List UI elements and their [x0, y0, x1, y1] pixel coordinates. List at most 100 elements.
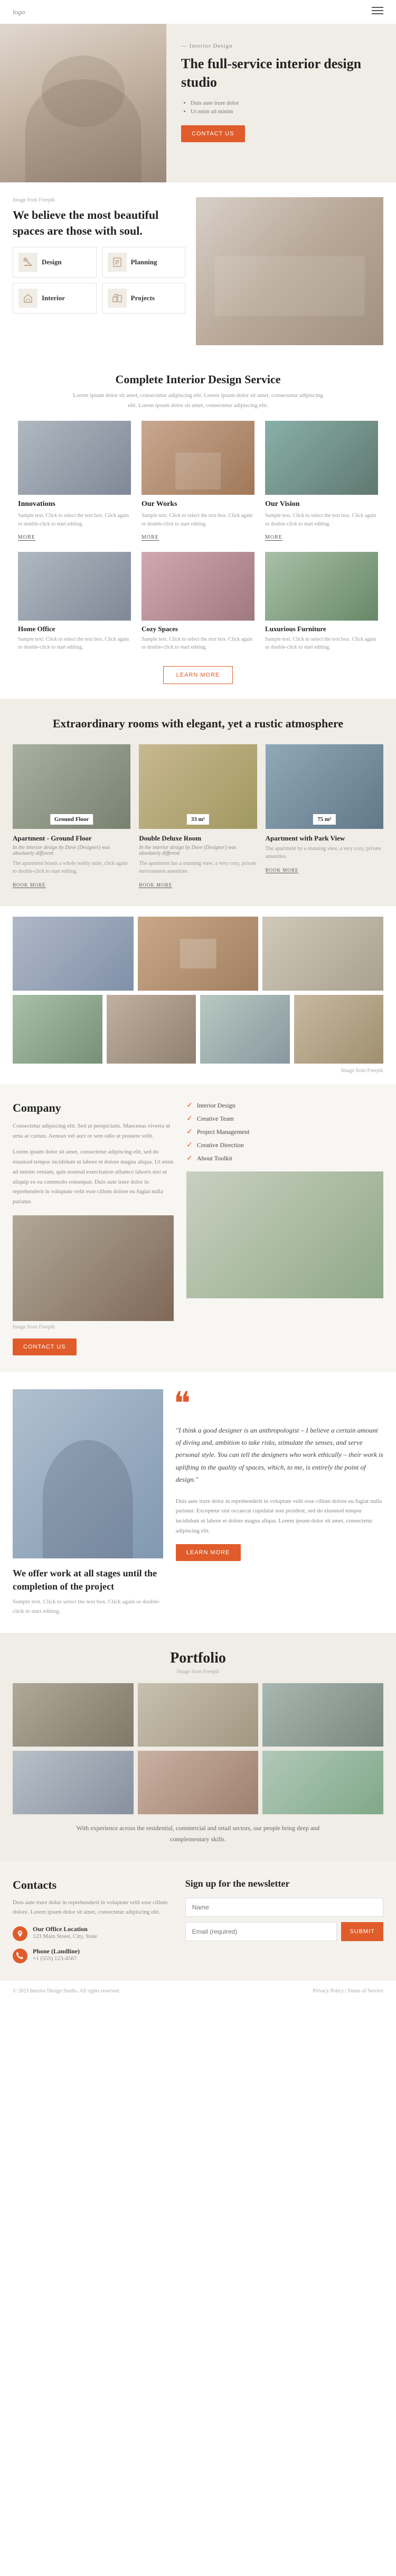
gallery-item-4	[13, 995, 102, 1064]
check-icon-2: ✓	[186, 1128, 193, 1137]
newsletter-name-input[interactable]	[185, 1898, 383, 1917]
gallery-item-5	[107, 995, 196, 1064]
nav-logo: logo	[13, 8, 25, 16]
believe-title: We believe the most beautiful spaces are…	[13, 207, 185, 238]
apt3-book-link[interactable]: BOOK MORE	[266, 867, 299, 873]
gallery-row1	[13, 917, 383, 991]
icon-label-planning: Planning	[131, 258, 157, 266]
extraordinary-title: Extraordinary rooms with elegant, yet a …	[13, 716, 383, 732]
location-icon	[16, 1930, 24, 1937]
hero-image	[0, 24, 166, 182]
newsletter-form: SUBMIT	[185, 1898, 383, 1941]
company-right: ✓ Interior Design ✓ Creative Team ✓ Proj…	[186, 1101, 383, 1355]
believe-right	[196, 197, 383, 345]
complete-service-desc: Lorem ipsum dolor sit amet, consectetur …	[71, 391, 325, 410]
complete-service-header: Complete Interior Design Service Lorem i…	[13, 373, 383, 410]
quote-right: ❝ "I think a good designer is an anthrop…	[176, 1389, 383, 1617]
quote-offer-section: We offer work at all stages until the co…	[0, 1372, 396, 1633]
apt2-sub: In the interior design by Dave (Designer…	[139, 845, 257, 856]
believe-section: Image from Freepik We believe the most b…	[0, 182, 396, 360]
apt1-book-link[interactable]: BOOK MORE	[13, 882, 46, 888]
quote-mark: ❝	[174, 1389, 383, 1418]
icon-item-design: Design	[13, 247, 97, 278]
company-title: Company	[13, 1101, 174, 1115]
apartment-double-deluxe: 33 m² Double Deluxe Room In the interior…	[139, 744, 257, 889]
vision-more-link[interactable]: MORE	[265, 534, 282, 541]
company-section: Company Consectetur adipiscing elit. Sed…	[0, 1084, 396, 1372]
gallery-item-1	[13, 917, 134, 991]
quote-text: "I think a good designer is an anthropol…	[176, 1424, 383, 1486]
design-icon	[23, 257, 33, 267]
contacts-grid: Contacts Duis aute irure dolor in repreh…	[13, 1878, 383, 1963]
interior-icon	[23, 293, 33, 303]
apt1-sub: In the interior design by Dave (Designer…	[13, 845, 130, 856]
hero-title: The full-service interior design studio	[181, 54, 381, 91]
newsletter-title: Sign up for the newsletter	[185, 1878, 383, 1889]
works-text: Sample text. Click to select the text bo…	[142, 512, 254, 529]
apt1-badge: Ground Floor	[50, 814, 93, 825]
newsletter-email-row: SUBMIT	[185, 1922, 383, 1941]
apt3-title: Apartment with Park View	[266, 834, 383, 843]
planning-icon	[112, 257, 122, 267]
gallery-section: Image from Freepik	[0, 906, 396, 1084]
service-col-innovations: Innovations Sample text. Click to select…	[13, 421, 136, 541]
phone-icon-circle	[13, 1949, 27, 1963]
portfolio-title: Portfolio	[13, 1650, 383, 1667]
service-col-luxurious: Luxurious Furniture Sample text. Click t…	[260, 552, 383, 651]
company-list-item-2: ✓ Project Management	[186, 1128, 383, 1137]
luxurious-text: Sample text. Click to select the text bo…	[265, 635, 378, 651]
projects-icon	[112, 293, 122, 303]
phone-detail: Phone (Landline) +1 (555) 123-4567	[33, 1947, 80, 1962]
portfolio-item-4	[13, 1751, 134, 1814]
hero-list-item-2: Ut enim ad minim	[191, 108, 381, 115]
newsletter-email-input[interactable]	[185, 1922, 337, 1941]
hero-list: Duis aute irure dolor Ut enim ad minim	[181, 100, 381, 115]
innovations-title: Innovations	[18, 500, 131, 509]
company-desc2: Lorem ipsum dolor sit amet, consectetur …	[13, 1147, 174, 1206]
hero-list-item-1: Duis aute irure dolor	[191, 100, 381, 106]
portfolio-desc: With experience across the residential, …	[66, 1823, 330, 1844]
complete-service-title: Complete Interior Design Service	[13, 373, 383, 386]
cozy-title: Cozy Spaces	[142, 625, 254, 633]
learn-more-button[interactable]: LEARN MORE	[163, 666, 233, 684]
offer-person-image	[13, 1389, 163, 1558]
believe-left: Image from Freepik We believe the most b…	[13, 197, 185, 345]
gallery-item-2	[138, 917, 259, 991]
footer-left-text: © 2023 Interior Design Studio. All right…	[13, 1988, 120, 1994]
footer: © 2023 Interior Design Studio. All right…	[0, 1980, 396, 2001]
hero-section: — Interior Design The full-service inter…	[0, 24, 396, 182]
company-list-item-4: ✓ About Toolkit	[186, 1154, 383, 1163]
icon-item-interior: Interior	[13, 283, 97, 313]
icon-item-planning: Planning	[102, 247, 186, 278]
contacts-left: Contacts Duis aute irure dolor in repreh…	[13, 1878, 168, 1963]
location-title: Our Office Location	[33, 1925, 97, 1933]
navigation: logo	[0, 0, 396, 24]
hero-cta-button[interactable]: CONTACT US	[181, 125, 245, 142]
home-office-title: Home Office	[18, 625, 131, 633]
company-room-image	[186, 1171, 383, 1298]
apt1-title: Apartment - Ground Floor	[13, 834, 130, 843]
company-list-item-1: ✓ Creative Team	[186, 1114, 383, 1123]
gallery-item-7	[294, 995, 384, 1064]
portfolio-img-label: Image from Freepik	[13, 1669, 383, 1675]
innovations-more-link[interactable]: MORE	[18, 534, 35, 541]
check-icon-4: ✓	[186, 1154, 193, 1163]
company-desc1: Consectetur adipiscing elit. Sed ut pers…	[13, 1121, 174, 1141]
gallery-row2	[13, 995, 383, 1064]
gallery-item-3	[262, 917, 383, 991]
apartment-park-view: 75 m² Apartment with Park View The apart…	[266, 744, 383, 889]
hamburger-menu[interactable]	[372, 6, 383, 17]
service-col-home-office: Home Office Sample text. Click to select…	[13, 552, 136, 651]
works-more-link[interactable]: MORE	[142, 534, 159, 541]
apt2-book-link[interactable]: BOOK MORE	[139, 882, 172, 888]
icon-label-design: Design	[42, 258, 62, 266]
vision-title: Our Vision	[265, 500, 378, 509]
gallery-item-6	[200, 995, 290, 1064]
phone-text: +1 (555) 123-4567	[33, 1955, 80, 1962]
contact-item-location: Our Office Location 123 Main Street, Cit…	[13, 1925, 168, 1941]
company-cta-button[interactable]: CONTACT US	[13, 1338, 77, 1355]
phone-title: Phone (Landline)	[33, 1947, 80, 1955]
company-list-item-0: ✓ Interior Design	[186, 1101, 383, 1110]
newsletter-submit-button[interactable]: SUBMIT	[341, 1922, 383, 1941]
quote-learn-more-button[interactable]: LEARN MORE	[176, 1544, 241, 1561]
